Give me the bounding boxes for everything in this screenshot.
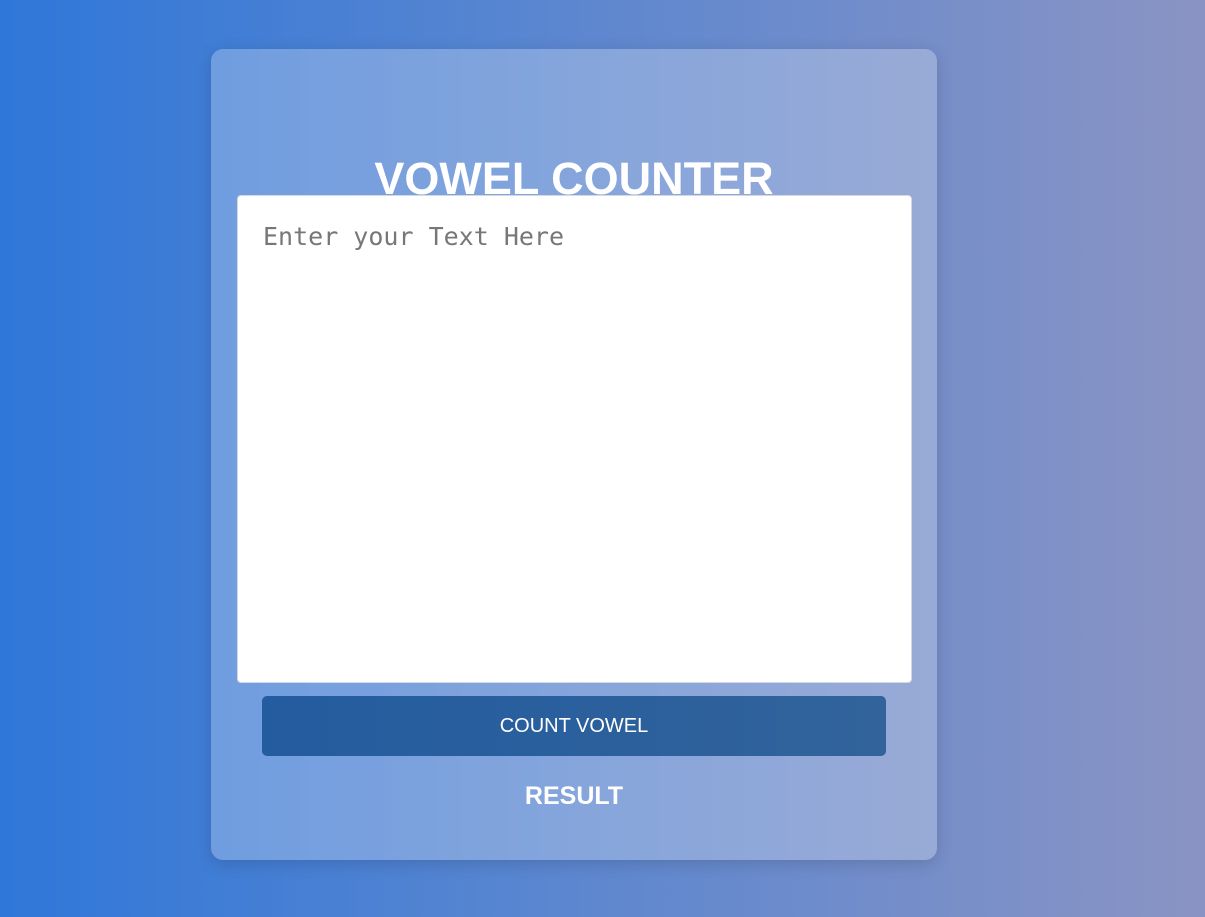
text-input[interactable] xyxy=(237,195,912,683)
count-vowel-button[interactable]: COUNT VOWEL xyxy=(262,696,886,756)
result-label: RESULT xyxy=(524,782,624,810)
vowel-counter-card: VOWEL COUNTER COUNT VOWEL RESULT xyxy=(211,49,937,860)
